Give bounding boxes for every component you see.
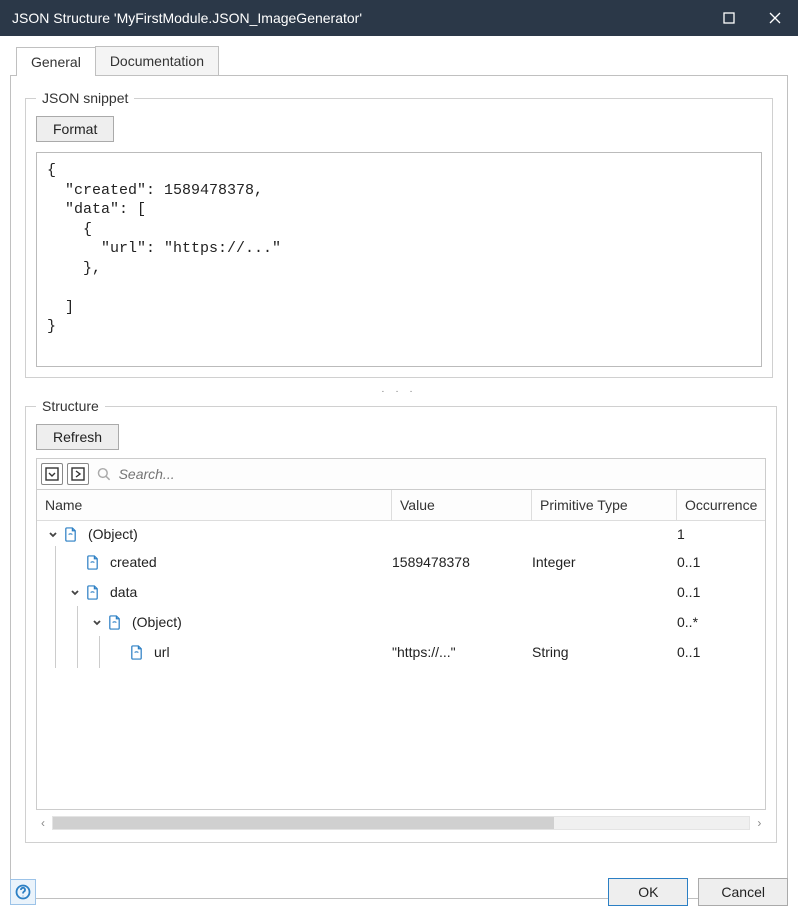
node-occurrence: 0..1	[677, 644, 765, 660]
json-snippet-legend: JSON snippet	[36, 90, 134, 106]
maximize-button[interactable]	[706, 0, 752, 36]
search-input[interactable]	[117, 465, 762, 483]
search-wrap	[97, 465, 761, 483]
json-node-icon	[107, 615, 122, 630]
tab-documentation[interactable]: Documentation	[95, 46, 219, 75]
tab-panel-general: JSON snippet Format { "created": 1589478…	[10, 75, 788, 899]
window-title: JSON Structure 'MyFirstModule.JSON_Image…	[12, 10, 706, 26]
json-node-icon	[129, 645, 144, 660]
node-label: created	[110, 554, 157, 570]
collapse-all-icon	[71, 467, 85, 481]
structure-legend: Structure	[36, 398, 105, 414]
json-snippet-group: JSON snippet Format { "created": 1589478…	[25, 90, 773, 378]
table-row[interactable]: data 0..1	[37, 577, 765, 607]
scroll-track[interactable]	[52, 816, 750, 830]
collapse-all-button[interactable]	[67, 463, 89, 485]
node-occurrence: 1	[677, 526, 765, 542]
cancel-button[interactable]: Cancel	[698, 878, 788, 906]
node-type: String	[532, 644, 677, 660]
expand-all-icon	[45, 467, 59, 481]
table-row[interactable]: created 1589478378Integer0..1	[37, 547, 765, 577]
col-header-type[interactable]: Primitive Type	[532, 490, 677, 520]
expand-all-button[interactable]	[41, 463, 63, 485]
table-row[interactable]: (Object) 0..*	[37, 607, 765, 637]
table-row[interactable]: (Object) 1	[37, 521, 765, 547]
tree-table-header: Name Value Primitive Type Occurrence	[37, 490, 765, 521]
titlebar: JSON Structure 'MyFirstModule.JSON_Image…	[0, 0, 798, 36]
node-label: url	[154, 644, 170, 660]
horizontal-scrollbar[interactable]: ‹ ›	[36, 814, 766, 832]
splitter-handle[interactable]: · · ·	[25, 386, 773, 398]
node-label: (Object)	[132, 614, 182, 630]
help-button[interactable]	[10, 879, 36, 905]
structure-toolbar	[36, 458, 766, 490]
tabs: General Documentation	[16, 46, 788, 75]
scroll-left-arrow[interactable]: ‹	[36, 816, 50, 830]
help-icon	[15, 884, 31, 900]
node-occurrence: 0..1	[677, 554, 765, 570]
ok-button[interactable]: OK	[608, 878, 688, 906]
tree-table: Name Value Primitive Type Occurrence (Ob…	[36, 490, 766, 810]
dialog-footer: OK Cancel	[10, 878, 788, 906]
node-value: "https://..."	[392, 644, 532, 660]
json-node-icon	[85, 585, 100, 600]
json-code-box[interactable]: { "created": 1589478378, "data": [ { "ur…	[36, 152, 762, 367]
node-label: data	[110, 584, 137, 600]
node-value: 1589478378	[392, 554, 532, 570]
refresh-button[interactable]: Refresh	[36, 424, 119, 450]
json-node-icon	[63, 527, 78, 542]
close-icon	[769, 12, 781, 24]
node-occurrence: 0..1	[677, 584, 765, 600]
table-row[interactable]: url "https://..."String0..1	[37, 637, 765, 667]
col-header-occurrence[interactable]: Occurrence	[677, 490, 765, 520]
node-occurrence: 0..*	[677, 614, 765, 630]
chevron-down-icon[interactable]	[67, 584, 83, 600]
tree-table-body: (Object)1created1589478378Integer0..1dat…	[37, 521, 765, 667]
chevron-down-icon[interactable]	[45, 526, 61, 542]
scroll-right-arrow[interactable]: ›	[752, 816, 766, 830]
maximize-icon	[723, 12, 735, 24]
node-type: Integer	[532, 554, 677, 570]
scroll-thumb[interactable]	[53, 817, 554, 829]
close-button[interactable]	[752, 0, 798, 36]
node-label: (Object)	[88, 526, 138, 542]
search-icon	[97, 467, 111, 481]
format-button[interactable]: Format	[36, 116, 114, 142]
json-node-icon	[85, 555, 100, 570]
tab-general[interactable]: General	[16, 47, 96, 76]
structure-group: Structure Refresh Name Value Primi	[25, 398, 777, 843]
col-header-name[interactable]: Name	[37, 490, 392, 520]
chevron-down-icon[interactable]	[89, 614, 105, 630]
col-header-value[interactable]: Value	[392, 490, 532, 520]
